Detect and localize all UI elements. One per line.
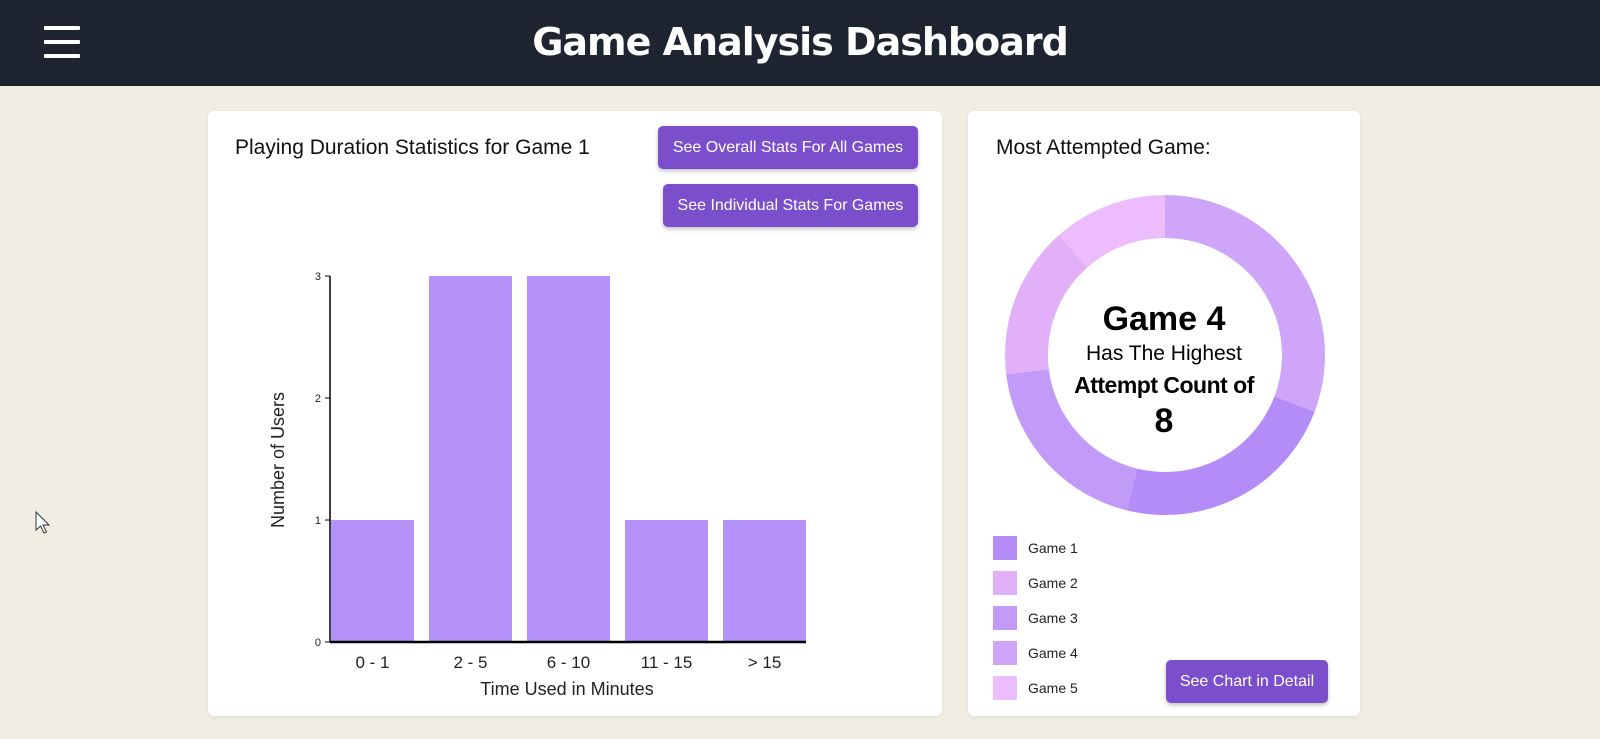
legend-swatch bbox=[993, 570, 1017, 595]
x-tick-label: 11 - 15 bbox=[641, 653, 693, 672]
bar-3[interactable] bbox=[625, 520, 708, 642]
center-text-line3: Attempt Count of bbox=[1074, 372, 1254, 398]
legend-label: Game 2 bbox=[1028, 574, 1078, 591]
legend-item[interactable]: Game 4 bbox=[993, 635, 1078, 670]
x-tick-label: 2 - 5 bbox=[453, 653, 487, 672]
y-tick-label: 2 bbox=[315, 393, 321, 405]
bar-0[interactable] bbox=[331, 520, 414, 642]
x-tick-label: > 15 bbox=[748, 653, 782, 672]
y-tick-label: 3 bbox=[315, 271, 321, 283]
legend-item[interactable]: Game 2 bbox=[993, 565, 1078, 600]
legend-label: Game 4 bbox=[1028, 644, 1078, 661]
mouse-cursor-icon bbox=[35, 511, 51, 534]
legend-label: Game 3 bbox=[1028, 609, 1078, 626]
y-tick-label: 1 bbox=[315, 515, 321, 527]
center-text-line2: Has The Highest bbox=[1085, 342, 1243, 365]
donut-legend: Game 1 Game 2 Game 3 Game 4 Game 5 bbox=[993, 530, 1078, 705]
bar-2[interactable] bbox=[527, 276, 610, 642]
legend-swatch bbox=[993, 640, 1017, 665]
legend-label: Game 5 bbox=[1028, 679, 1078, 696]
x-axis-label: Time Used in Minutes bbox=[480, 679, 653, 699]
x-tick-label: 0 - 1 bbox=[355, 653, 389, 672]
legend-item[interactable]: Game 5 bbox=[993, 670, 1078, 705]
duration-bar-chart: 0 1 2 3 0 - 1 2 - 5 6 - 10 11 - 15 > 15 Time Us… bbox=[268, 271, 806, 699]
legend-swatch bbox=[993, 605, 1017, 630]
legend-item[interactable]: Game 3 bbox=[993, 600, 1078, 635]
legend-label: Game 1 bbox=[1028, 539, 1078, 556]
legend-swatch bbox=[993, 675, 1017, 700]
x-tick-label: 6 - 10 bbox=[547, 653, 590, 672]
bar-1[interactable] bbox=[429, 276, 512, 642]
legend-swatch bbox=[993, 535, 1017, 560]
bar-4[interactable] bbox=[723, 520, 806, 642]
see-chart-detail-button[interactable]: See Chart in Detail bbox=[1166, 660, 1328, 703]
y-axis-label: Number of Users bbox=[268, 392, 288, 528]
top-game-name: Game 4 bbox=[1102, 300, 1226, 338]
top-attempt-count: 8 bbox=[1154, 402, 1174, 440]
y-tick-label: 0 bbox=[315, 637, 321, 649]
legend-item[interactable]: Game 1 bbox=[993, 530, 1078, 565]
most-attempted-title: Most Attempted Game: bbox=[996, 136, 1211, 159]
